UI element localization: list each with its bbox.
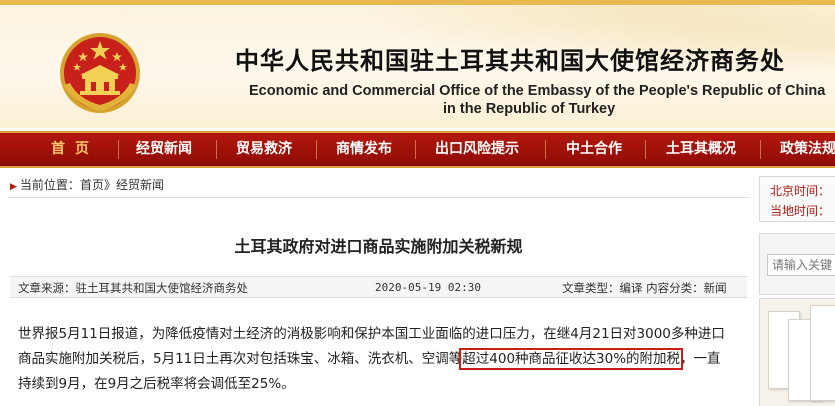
nav-separator bbox=[118, 140, 119, 159]
nav-separator bbox=[545, 140, 546, 159]
site-title-english-line1: Economic and Commercial Office of the Em… bbox=[249, 83, 826, 99]
article-category-label: 内容分类： bbox=[646, 281, 704, 295]
book-cover-icon bbox=[810, 305, 835, 401]
article-category-value[interactable]: 新闻 bbox=[704, 281, 727, 295]
article-body: 世界报5月11日报道，为降低疫情对土经济的消极影响和保护本国工业面临的进口压力，… bbox=[18, 322, 758, 397]
site-title-english-line2: in the Republic of Turkey bbox=[443, 101, 616, 117]
article-text-segment: 商品实施附加关税后，5月11日土再次对包括珠宝、冰箱、洗衣机、空调等 bbox=[18, 351, 463, 367]
article-type-label: 文章类型： bbox=[562, 281, 620, 295]
article-date: 2020-05-19 02:30 bbox=[375, 281, 481, 294]
article-paragraph-line: 持续到9月，在9月之后税率将会调低至25%。 bbox=[18, 376, 295, 392]
breadcrumb-divider bbox=[8, 197, 750, 198]
time-panel: 北京时间： 当地时间： bbox=[759, 176, 835, 222]
nav-item-home[interactable]: 首页 bbox=[51, 133, 99, 166]
nav-item-business-info[interactable]: 商情发布 bbox=[336, 133, 392, 166]
local-time-label: 当地时间： bbox=[770, 204, 831, 218]
search-panel bbox=[759, 233, 835, 295]
site-header: 中华人民共和国驻土耳其共和国大使馆经济商务处 Economic and Comm… bbox=[0, 0, 835, 128]
breadcrumb-home-link[interactable]: 首页 bbox=[80, 178, 104, 192]
breadcrumb-current-link[interactable]: 经贸新闻 bbox=[116, 178, 164, 192]
nav-item-trade-news[interactable]: 经贸新闻 bbox=[136, 133, 192, 166]
main-nav-bar: 首页 经贸新闻 贸易救济 商情发布 出口风险提示 中土合作 土耳其概况 政策法规 bbox=[0, 131, 835, 168]
article-title: 土耳其政府对进口商品实施附加关税新规 bbox=[234, 237, 523, 256]
search-input[interactable] bbox=[767, 254, 835, 276]
article-paragraph-line: 商品实施附加关税后，5月11日土再次对包括珠宝、冰箱、洗衣机、空调等超过400种… bbox=[18, 347, 758, 372]
article-meta-bar: 文章来源：驻土耳其共和国大使馆经济商务处 2020-05-19 02:30 文章… bbox=[10, 276, 747, 298]
article-text-segment: ，一直 bbox=[680, 351, 721, 367]
nav-item-policies-regulations[interactable]: 政策法规 bbox=[780, 133, 835, 166]
nav-separator bbox=[216, 140, 217, 159]
breadcrumb-marker-icon: ▶ bbox=[10, 182, 17, 192]
site-title-chinese: 中华人民共和国驻土耳其共和国大使馆经济商务处 bbox=[235, 47, 785, 75]
article-source: 文章来源：驻土耳其共和国大使馆经济商务处 bbox=[18, 281, 248, 295]
beijing-time-label: 北京时间： bbox=[770, 184, 831, 198]
article-paragraph-line: 世界报5月11日报道，为降低疫情对土经济的消极影响和保护本国工业面临的进口压力，… bbox=[18, 326, 725, 342]
nav-item-trade-remedy[interactable]: 贸易救济 bbox=[236, 133, 292, 166]
nav-item-turkey-overview[interactable]: 土耳其概况 bbox=[666, 133, 736, 166]
sidebar-promo-image[interactable] bbox=[759, 298, 835, 406]
article-type-info: 文章类型：编译 内容分类：新闻 bbox=[562, 277, 727, 299]
highlighted-text: 超过400种商品征收达30%的附加税 bbox=[459, 348, 684, 370]
article-type-value[interactable]: 编译 bbox=[620, 281, 643, 295]
nav-separator bbox=[415, 140, 416, 159]
nav-separator bbox=[645, 140, 646, 159]
breadcrumb: ▶ 当前位置：首页》经贸新闻 bbox=[10, 175, 164, 195]
breadcrumb-separator: 》 bbox=[103, 178, 116, 192]
nav-item-china-turkey-cooperation[interactable]: 中土合作 bbox=[566, 133, 622, 166]
breadcrumb-prefix: 当前位置： bbox=[19, 178, 80, 192]
nav-separator bbox=[316, 140, 317, 159]
nav-separator bbox=[760, 140, 761, 159]
national-emblem-icon bbox=[60, 33, 140, 113]
nav-item-export-risk[interactable]: 出口风险提示 bbox=[435, 133, 519, 166]
